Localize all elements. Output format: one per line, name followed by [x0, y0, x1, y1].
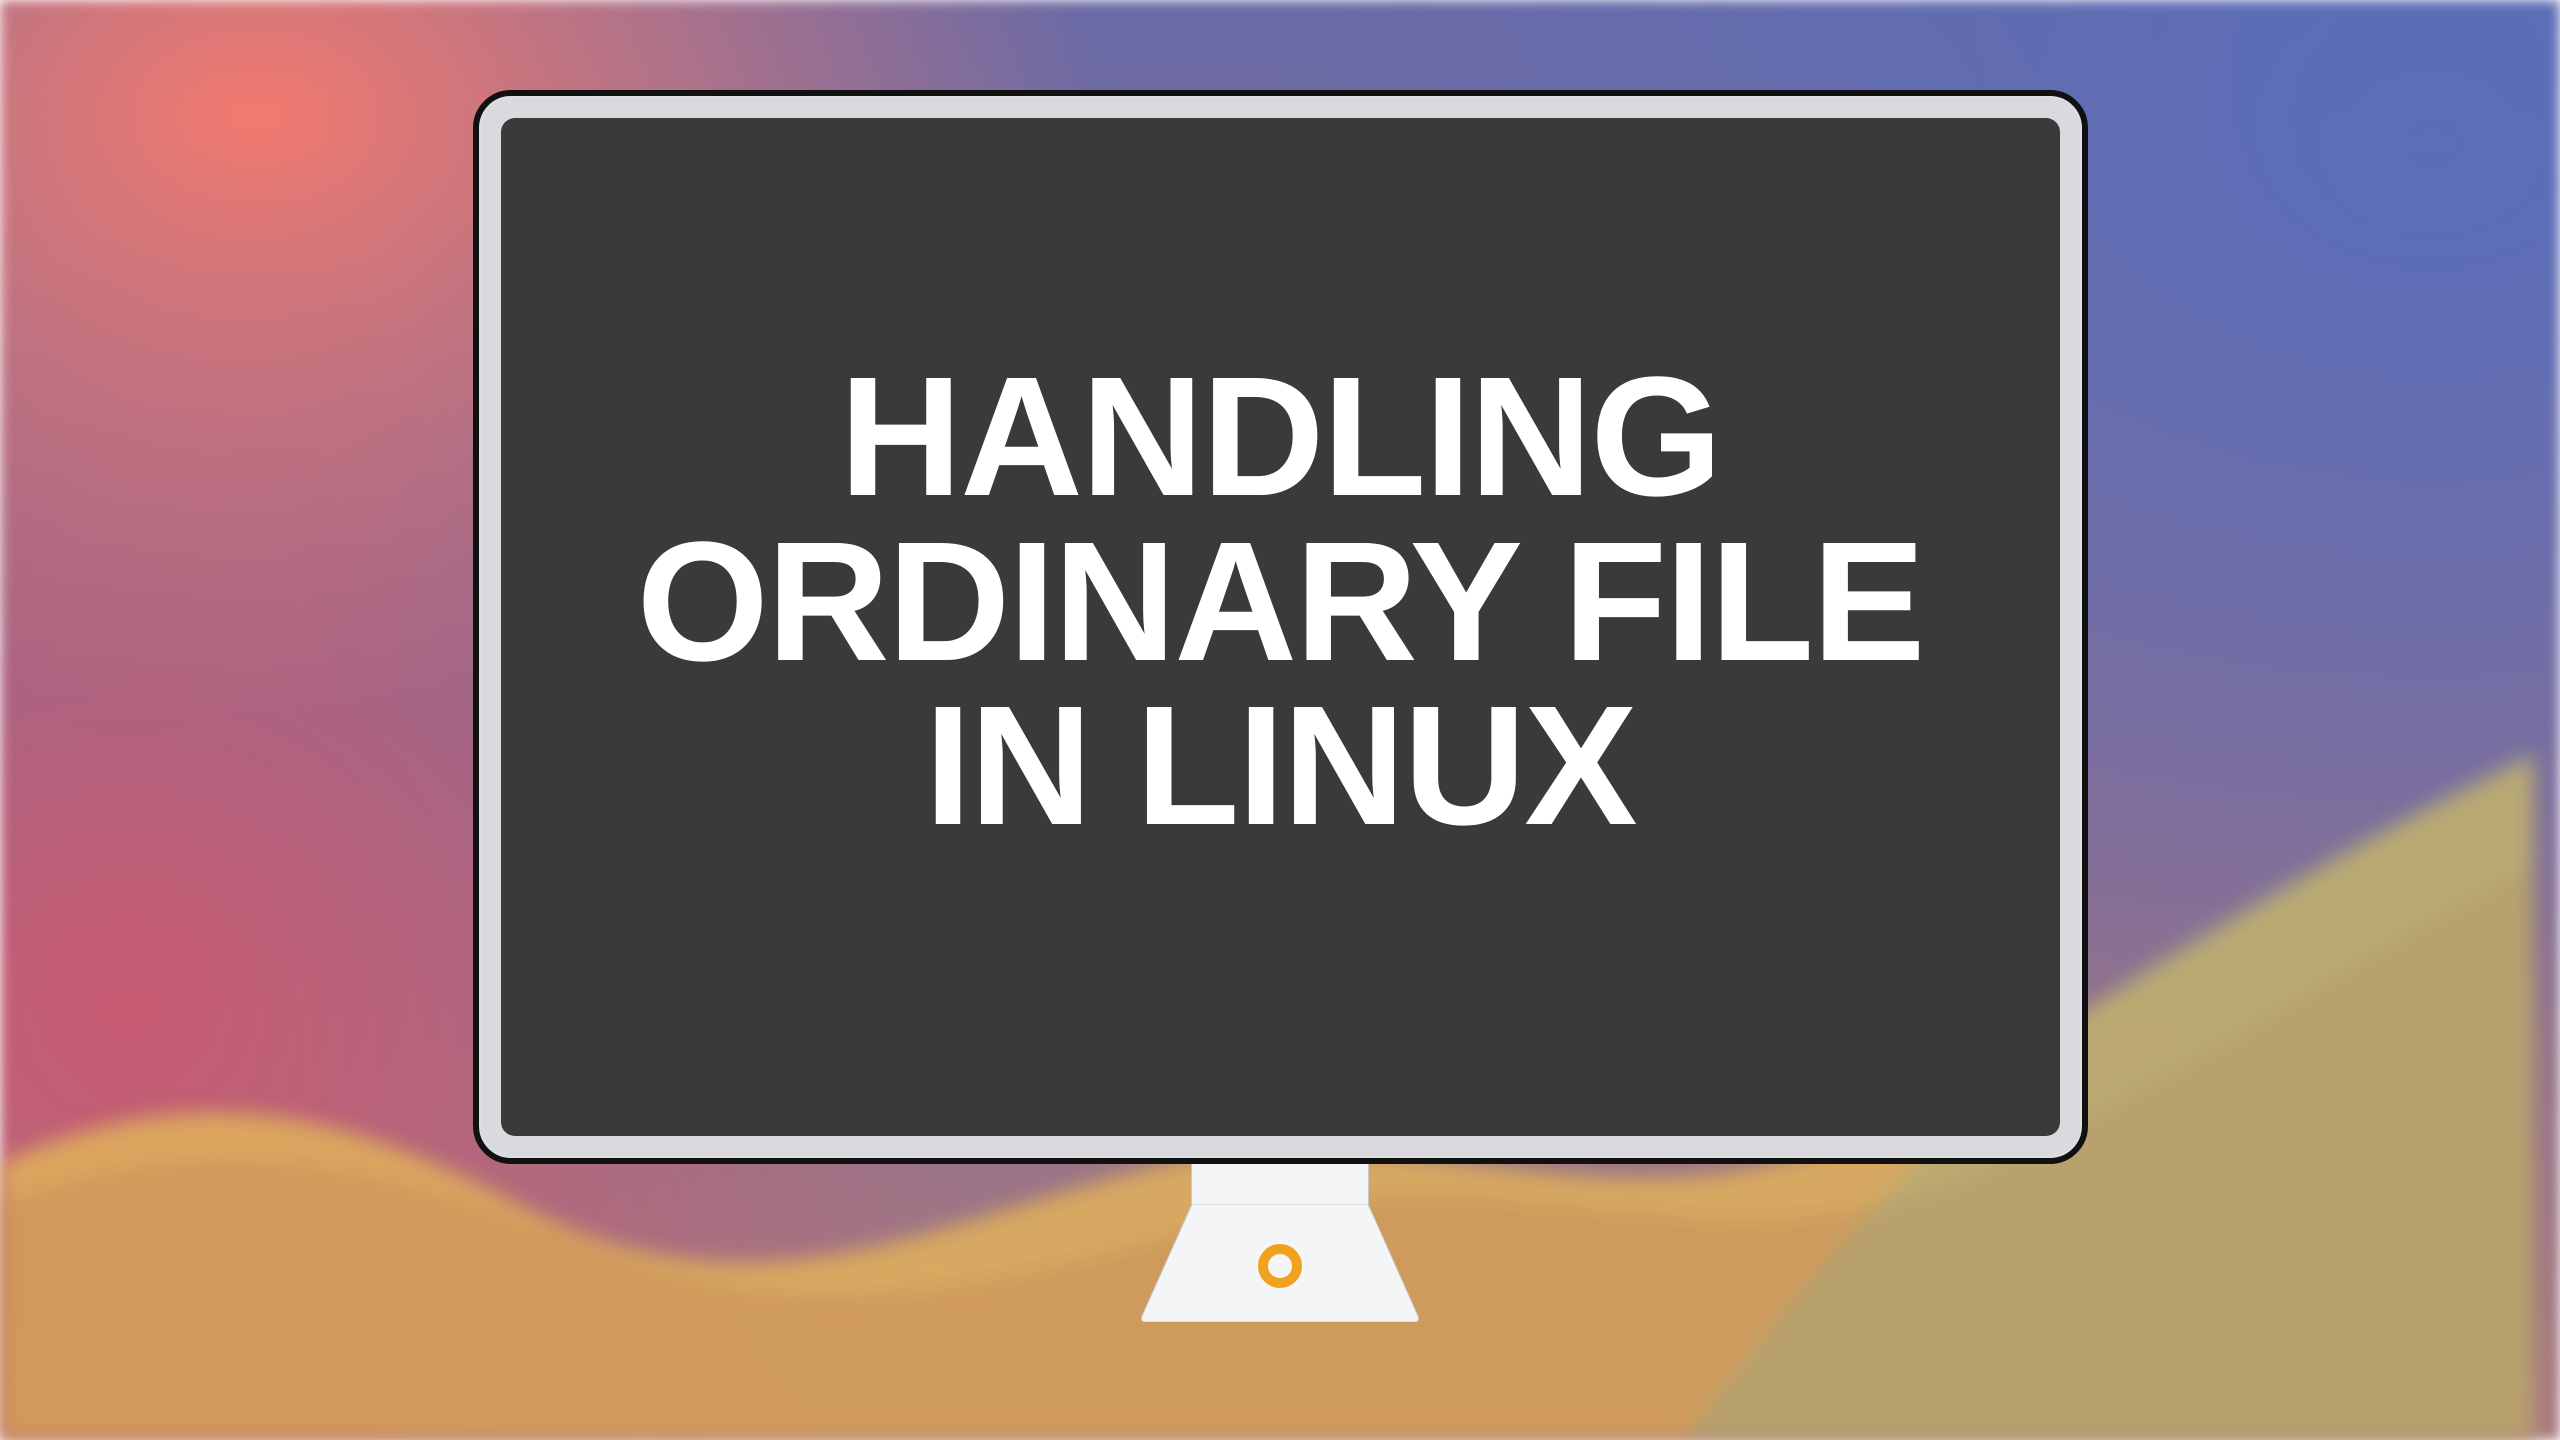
- monitor-screen: HANDLING ORDINARY FILE IN LINUX: [501, 118, 2060, 1136]
- stage: HANDLING ORDINARY FILE IN LINUX: [0, 0, 2560, 1440]
- power-button-icon: [1258, 1244, 1302, 1288]
- monitor-base: [1130, 1204, 1430, 1322]
- monitor-illustration: HANDLING ORDINARY FILE IN LINUX: [473, 90, 2088, 1322]
- monitor-bezel: HANDLING ORDINARY FILE IN LINUX: [473, 90, 2088, 1164]
- monitor-neck: [1191, 1164, 1369, 1204]
- slide-title: HANDLING ORDINARY FILE IN LINUX: [637, 355, 1924, 850]
